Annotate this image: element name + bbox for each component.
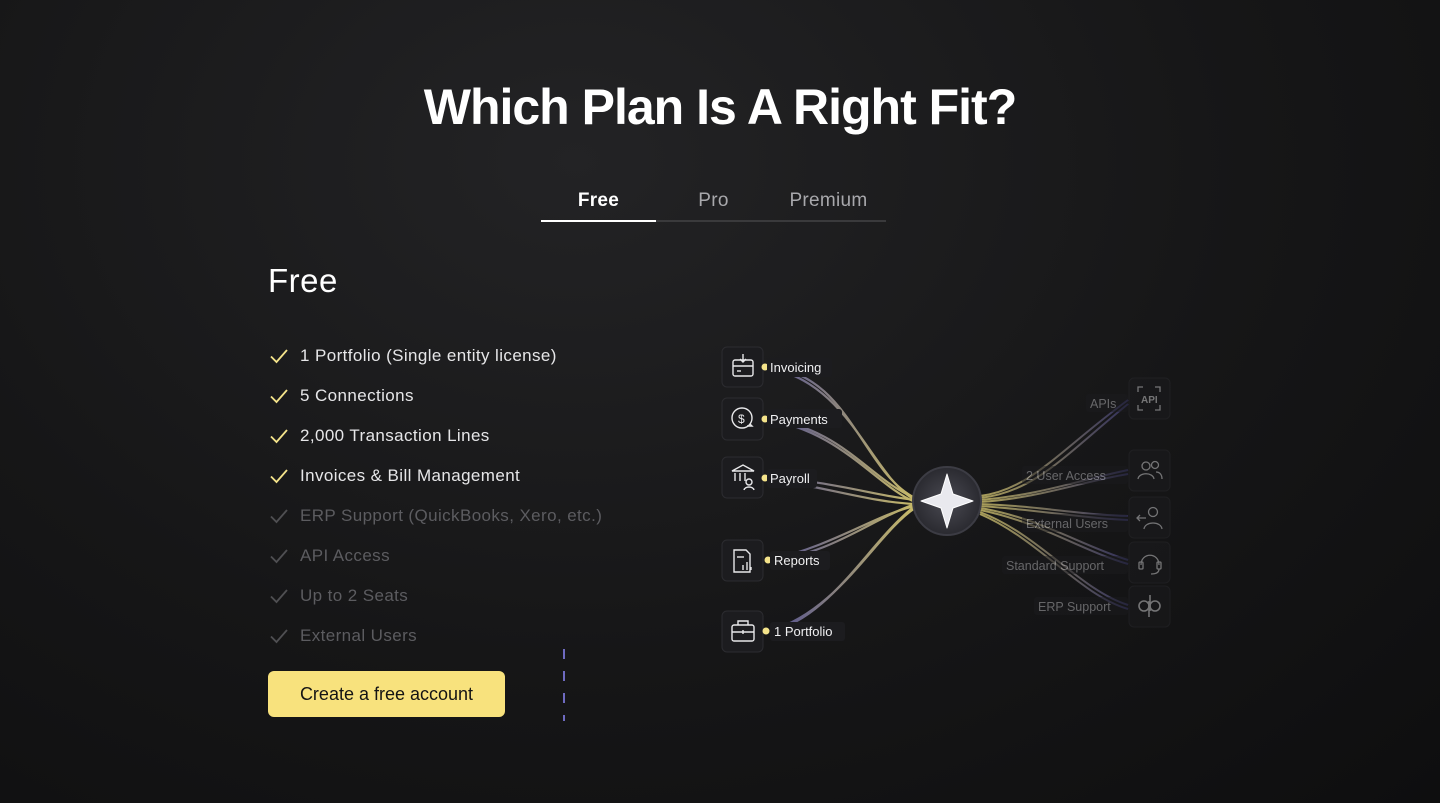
check-icon xyxy=(270,509,288,524)
tab-free[interactable]: Free xyxy=(541,188,656,222)
feature-item: 2,000 Transaction Lines xyxy=(268,416,602,456)
right-connectors xyxy=(979,399,1129,610)
node-label: 1 Portfolio xyxy=(774,624,833,639)
node-label: Payments xyxy=(770,412,828,427)
feature-label: ERP Support (QuickBooks, Xero, etc.) xyxy=(300,506,603,525)
node-label: ERP Support xyxy=(1038,600,1111,614)
feature-item-disabled: Up to 2 Seats xyxy=(268,576,602,616)
feature-item: 5 Connections xyxy=(268,376,602,416)
check-icon xyxy=(270,629,288,644)
hub xyxy=(912,466,982,536)
node-invoicing: Invoicing xyxy=(721,346,832,388)
node-label: Reports xyxy=(774,553,820,568)
feature-list: 1 Portfolio (Single entity license) 5 Co… xyxy=(268,336,602,656)
node-portfolio: 1 Portfolio xyxy=(721,610,845,653)
check-icon xyxy=(270,589,288,604)
node-payments: $ Payments xyxy=(721,397,842,441)
feature-label: 2,000 Transaction Lines xyxy=(300,426,490,445)
feature-label: Invoices & Bill Management xyxy=(300,466,521,485)
node-label: External Users xyxy=(1026,517,1108,531)
feature-label: 1 Portfolio (Single entity license) xyxy=(300,346,557,365)
check-icon xyxy=(270,349,288,364)
feature-label: API Access xyxy=(300,546,390,565)
create-account-button[interactable]: Create a free account xyxy=(268,671,505,717)
feature-item: 1 Portfolio (Single entity license) xyxy=(268,336,602,376)
svg-text:$: $ xyxy=(738,412,745,426)
check-icon xyxy=(270,429,288,444)
dashed-divider xyxy=(563,649,565,721)
feature-label: 5 Connections xyxy=(300,386,414,405)
plan-tabs: Free Pro Premium xyxy=(541,188,886,222)
svg-text:API: API xyxy=(1141,395,1158,406)
tab-premium[interactable]: Premium xyxy=(771,188,886,220)
node-label: APIs xyxy=(1090,397,1116,411)
feature-label: External Users xyxy=(300,626,418,645)
feature-diagram: Invoicing $ Payments Payroll Reports 1 P… xyxy=(721,346,1171,653)
left-connectors xyxy=(763,365,916,633)
plan-title: Free xyxy=(268,262,338,299)
node-label: 2 User Access xyxy=(1026,469,1106,483)
check-icon xyxy=(270,549,288,564)
feature-item-disabled: External Users xyxy=(268,616,602,656)
feature-item: Invoices & Bill Management xyxy=(268,456,602,496)
feature-item-disabled: API Access xyxy=(268,536,602,576)
check-icon xyxy=(270,469,288,484)
check-icon xyxy=(270,389,288,404)
node-payroll: Payroll xyxy=(721,456,817,499)
feature-item-disabled: ERP Support (QuickBooks, Xero, etc.) xyxy=(268,496,602,536)
node-label: Invoicing xyxy=(770,360,821,375)
node-label: Standard Support xyxy=(1006,559,1105,573)
node-user-access: 2 User Access xyxy=(1022,449,1171,492)
node-external-users: External Users xyxy=(1022,496,1171,539)
feature-label: Up to 2 Seats xyxy=(300,586,409,605)
tab-pro[interactable]: Pro xyxy=(656,188,771,220)
page-title: Which Plan Is A Right Fit? xyxy=(423,79,1017,135)
node-apis: APIs API xyxy=(1086,377,1171,420)
node-label: Payroll xyxy=(770,471,810,486)
